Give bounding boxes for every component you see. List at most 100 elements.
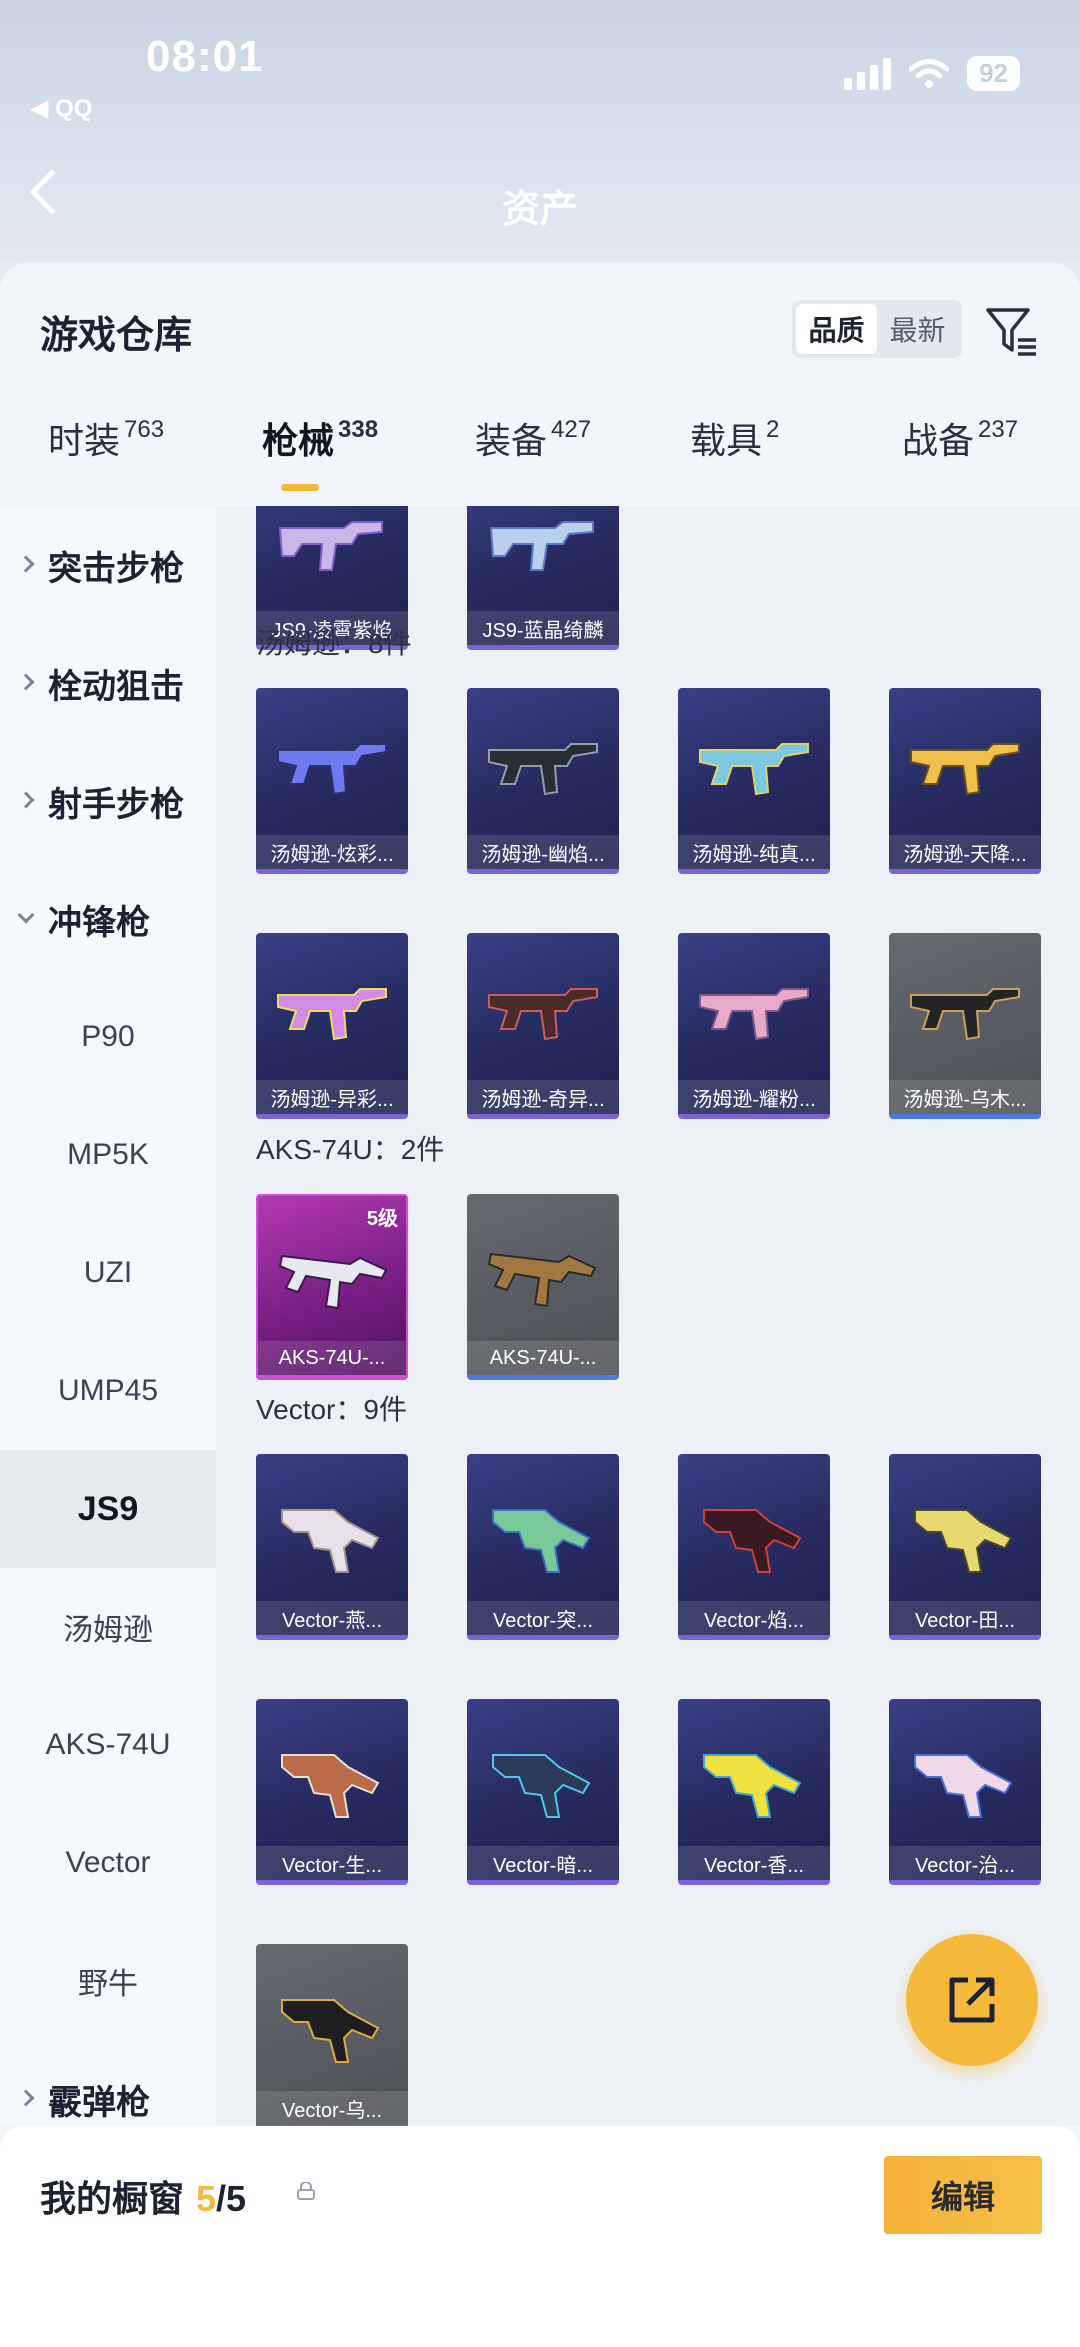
- gun-icon: [281, 1754, 380, 1818]
- sidebar-item-label: 霰弹枪: [48, 2083, 150, 2122]
- category-tabs: 时装 763 枪械 338 装备 427 载具 2 战备 237: [0, 412, 1080, 502]
- weapon-card[interactable]: 汤姆逊-奇异...: [467, 933, 619, 1119]
- sidebar-item-js9[interactable]: JS9: [0, 1450, 216, 1568]
- sort-quality-button[interactable]: 品质: [796, 304, 877, 354]
- weapon-grid: JS9-凌霄紫焰 JS9-蓝晶绮麟 汤姆逊：8件 汤姆逊-炫彩... 汤姆逊-幽…: [216, 506, 1080, 2126]
- asset-label: 资产: [502, 189, 579, 231]
- weapon-card[interactable]: Vector-香...: [678, 1699, 830, 1885]
- chevron-down-icon: [17, 906, 35, 924]
- edit-button[interactable]: 编辑: [884, 2156, 1042, 2234]
- weapon-card[interactable]: AKS-74U-...: [467, 1194, 619, 1380]
- weapon-name: 汤姆逊-异彩...: [256, 1080, 408, 1114]
- gun-icon: [699, 988, 809, 1041]
- active-tab-indicator: [281, 484, 319, 491]
- gun-icon: [277, 988, 387, 1041]
- level-badge: 5级: [366, 1208, 398, 1230]
- weapon-card[interactable]: 汤姆逊-纯真...: [678, 688, 830, 874]
- weapon-name: Vector-生...: [256, 1846, 408, 1880]
- sidebar-item-uzi[interactable]: UZI: [0, 1214, 216, 1332]
- sidebar-item-assault-rifle[interactable]: 突击步枪: [0, 506, 216, 624]
- weapon-card[interactable]: 汤姆逊-乌木...: [889, 933, 1041, 1119]
- gun-icon: [278, 521, 383, 571]
- tab-label: 时装: [48, 420, 121, 461]
- filter-icon[interactable]: [984, 302, 1040, 358]
- weapon-card[interactable]: Vector-生...: [256, 1699, 408, 1885]
- sort-newest-button[interactable]: 最新: [877, 304, 958, 354]
- weapon-card[interactable]: 汤姆逊-异彩...: [256, 933, 408, 1119]
- weapon-name: Vector-燕...: [256, 1601, 408, 1635]
- share-button[interactable]: [906, 1934, 1038, 2066]
- weapon-name: Vector-乌...: [256, 2091, 408, 2125]
- weapon-card[interactable]: Vector-突...: [467, 1454, 619, 1640]
- tab-count: 763: [124, 416, 165, 443]
- tab-label: 装备: [475, 420, 548, 461]
- sidebar-item-marksman-rifle[interactable]: 射手步枪: [0, 742, 216, 860]
- tab-label: 载具: [690, 420, 763, 461]
- sidebar-item-aks74u[interactable]: AKS-74U: [0, 1686, 216, 1804]
- weapon-card[interactable]: 5级 AKS-74U-...: [256, 1194, 408, 1380]
- weapon-card[interactable]: Vector-燕...: [256, 1454, 408, 1640]
- back-to-qq[interactable]: ◀ QQ: [30, 94, 92, 123]
- chevron-right-icon: [17, 791, 35, 809]
- sidebar-item-thompson[interactable]: 汤姆逊: [0, 1568, 216, 1686]
- weapon-name: 汤姆逊-炫彩...: [256, 835, 408, 869]
- weapon-card[interactable]: Vector-乌...: [256, 1944, 408, 2126]
- weapon-card[interactable]: 汤姆逊-耀粉...: [678, 933, 830, 1119]
- gun-icon: [492, 1754, 591, 1818]
- weapon-card[interactable]: Vector-暗...: [467, 1699, 619, 1885]
- tab-fashion[interactable]: 时装 763: [48, 412, 164, 464]
- weapon-name: Vector-突...: [467, 1601, 619, 1635]
- background-page: 08:01 ◀ QQ 92 资产: [0, 0, 1080, 262]
- weapon-name: Vector-暗...: [467, 1846, 619, 1880]
- tab-gear[interactable]: 战备 237: [902, 412, 1018, 464]
- sidebar-item-vector[interactable]: Vector: [0, 1804, 216, 1922]
- weapon-card[interactable]: 汤姆逊-天降...: [889, 688, 1041, 874]
- sidebar-item-mp5k[interactable]: MP5K: [0, 1096, 216, 1214]
- gun-icon: [487, 1252, 597, 1308]
- sidebar-item-p90[interactable]: P90: [0, 978, 216, 1096]
- weapon-card[interactable]: Vector-焰...: [678, 1454, 830, 1640]
- section-header-aks74u: AKS-74U：2件: [256, 1134, 445, 1165]
- sidebar-item-bison[interactable]: 野牛: [0, 1922, 216, 2040]
- weapon-name: AKS-74U-...: [467, 1341, 619, 1375]
- gun-icon: [910, 988, 1020, 1041]
- gun-icon: [489, 521, 594, 571]
- sidebar-item-smg[interactable]: 冲锋枪: [0, 860, 216, 978]
- back-arrow-icon[interactable]: [29, 169, 75, 215]
- weapon-card[interactable]: Vector-治...: [889, 1699, 1041, 1885]
- sidebar-item-label: 突击步枪: [48, 549, 184, 588]
- warehouse-sheet: 游戏仓库 品质 最新 时装 763 枪械 338 装备 427 载具 2 战备 237 突…: [0, 262, 1080, 2347]
- gun-icon: [914, 1754, 1013, 1818]
- chevron-right-icon: [17, 555, 35, 573]
- tab-vehicles[interactable]: 载具 2: [690, 412, 779, 464]
- status-time: 08:01: [146, 32, 264, 81]
- gun-icon: [488, 988, 598, 1041]
- external-link-icon: [949, 1977, 995, 2023]
- showcase-bar: 我的橱窗 5/5 编辑: [0, 2126, 1080, 2347]
- section-header-thompson: 汤姆逊：8件: [256, 628, 412, 659]
- showcase-label: 我的橱窗 5/5: [40, 2170, 246, 2222]
- tab-count: 338: [338, 416, 379, 443]
- chevron-right-icon: [17, 2089, 35, 2107]
- status-indicators: 92: [844, 56, 1020, 91]
- tab-count: 427: [551, 416, 592, 443]
- weapon-card[interactable]: Vector-田...: [889, 1454, 1041, 1640]
- gun-icon: [278, 1254, 388, 1310]
- weapon-name: 汤姆逊-幽焰...: [467, 835, 619, 869]
- battery-indicator: 92: [967, 56, 1020, 91]
- sidebar-item-ump45[interactable]: UMP45: [0, 1332, 216, 1450]
- gun-icon: [277, 743, 387, 796]
- weapon-card[interactable]: JS9-蓝晶绮麟: [467, 506, 619, 650]
- gun-icon: [281, 1999, 380, 2063]
- weapon-card[interactable]: 汤姆逊-幽焰...: [467, 688, 619, 874]
- sidebar-item-bolt-sniper[interactable]: 栓动狙击: [0, 624, 216, 742]
- wifi-icon: [909, 58, 950, 88]
- tab-label: 枪械: [262, 420, 335, 461]
- tab-equipment[interactable]: 装备 427: [475, 412, 591, 464]
- weapon-card[interactable]: 汤姆逊-炫彩...: [256, 688, 408, 874]
- showcase-title: 我的橱窗: [40, 2178, 185, 2219]
- showcase-total: /5: [216, 2178, 247, 2219]
- gun-icon: [699, 743, 809, 796]
- tab-firearms[interactable]: 枪械 338: [262, 412, 378, 464]
- showcase-count: 5: [196, 2178, 217, 2219]
